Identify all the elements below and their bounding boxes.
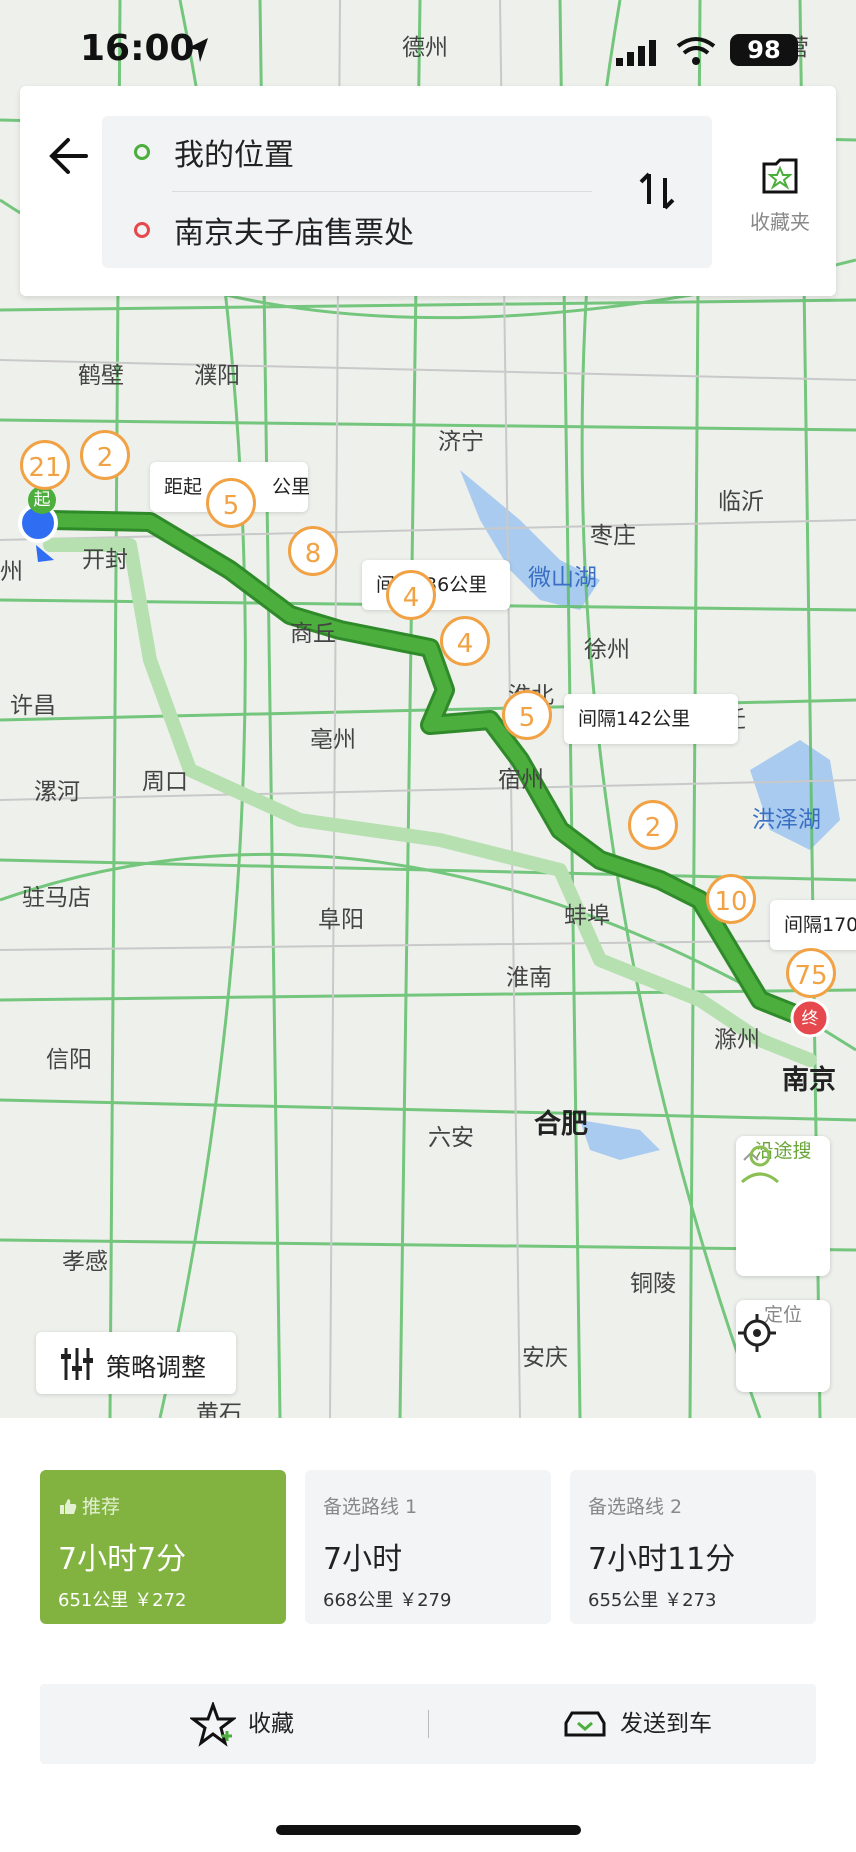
city-label: 许昌 (10, 693, 56, 719)
route-duration: 7小时11分 (588, 1542, 736, 1577)
locate-button[interactable]: 定位 (736, 1300, 830, 1392)
destination-field[interactable]: 南京夫子庙售票处 (102, 194, 602, 264)
along-route-search-icon (741, 1145, 779, 1184)
city-label: 商丘 (290, 621, 336, 647)
city-label: 周口 (142, 769, 188, 795)
city-label: 六安 (428, 1125, 474, 1151)
city-label: 徐州 (584, 637, 630, 663)
destination-text: 南京夫子庙售票处 (174, 216, 414, 251)
city-label: 铜陵 (630, 1271, 676, 1297)
city-label: 蚌埠 (564, 903, 610, 929)
traffic-marker[interactable]: 5 (502, 690, 552, 740)
destination-dot-icon (134, 222, 150, 238)
strategy-label: 策略调整 (106, 1353, 207, 1382)
route-inputs: 我的位置 南京夫子庙售票处 (102, 116, 712, 268)
city-label: 信阳 (46, 1047, 92, 1073)
traffic-marker[interactable]: 8 (288, 526, 338, 576)
location-arrow-icon (188, 38, 208, 62)
along-route-panel[interactable]: 沿途搜 (736, 1136, 830, 1276)
city-label: 宿州 (498, 767, 544, 793)
interval-callout[interactable]: 间隔170 (770, 900, 856, 950)
interval-callout[interactable]: 间 36公里 (362, 560, 510, 610)
city-label: 安庆 (522, 1345, 568, 1371)
route-duration: 7小时 (323, 1542, 403, 1577)
star-add-icon (188, 1700, 238, 1747)
city-label: 亳州 (310, 727, 356, 753)
route-search-card: 我的位置 南京夫子庙售票处 收藏夹 (20, 86, 836, 296)
status-time: 16:00 (80, 28, 195, 69)
traffic-marker[interactable]: 4 (440, 616, 490, 666)
city-label: 孝感 (62, 1249, 108, 1275)
city-label: 阜阳 (318, 907, 364, 933)
swap-icon[interactable] (632, 166, 682, 216)
traffic-marker[interactable]: 75 (786, 948, 836, 998)
traffic-marker[interactable]: 21 (20, 440, 70, 490)
route-tag: 备选路线 1 (323, 1496, 418, 1518)
locate-icon (738, 1314, 776, 1352)
city-label: 济宁 (438, 429, 484, 455)
status-bar: 16:00 98 (0, 0, 856, 90)
traffic-marker[interactable]: 2 (80, 430, 130, 480)
route-info: 668公里 ￥279 (323, 1590, 452, 1611)
route-tag: 备选路线 2 (588, 1496, 683, 1518)
route-option-alt2[interactable]: 备选路线 2 7小时11分 655公里 ￥273 (570, 1470, 816, 1624)
route-option-alt1[interactable]: 备选路线 1 7小时 668公里 ￥279 (305, 1470, 551, 1624)
city-label: 鹤壁 (78, 363, 124, 389)
battery-indicator: 98 (730, 34, 798, 66)
origin-dot-icon (134, 144, 150, 160)
end-badge: 终 (801, 1009, 819, 1029)
car-icon (564, 1711, 606, 1736)
traffic-marker[interactable]: 10 (706, 874, 756, 924)
divider (172, 191, 592, 192)
home-indicator (276, 1825, 581, 1835)
divider (428, 1710, 429, 1738)
folder-star-icon (762, 158, 798, 194)
origin-field[interactable]: 我的位置 (102, 116, 602, 186)
city-label: 南京 (782, 1065, 836, 1096)
traffic-marker[interactable]: 2 (628, 800, 678, 850)
signal-icon (616, 40, 656, 66)
favorites-label: 收藏夹 (750, 210, 810, 234)
city-label: 合肥 (534, 1109, 588, 1140)
interval-callout[interactable]: 间隔142公里 (564, 694, 738, 744)
city-label: 开封 (82, 547, 128, 573)
send-to-car-button[interactable]: 发送到车 (562, 1684, 712, 1764)
city-label: 漯河 (34, 779, 80, 805)
route-tag: 推荐 (58, 1492, 120, 1519)
thumbs-up-icon (60, 1499, 77, 1514)
city-label: 黄石 (196, 1401, 242, 1418)
traffic-marker[interactable]: 5 (206, 478, 256, 528)
route-duration: 7小时7分 (58, 1542, 187, 1577)
sliders-icon (61, 1348, 93, 1380)
city-label: 滁州 (714, 1027, 760, 1053)
wifi-icon (676, 37, 716, 65)
strategy-adjust-button[interactable]: 策略调整 (36, 1332, 236, 1394)
city-label: 州 (0, 559, 23, 585)
route-info: 655公里 ￥273 (588, 1590, 717, 1611)
favorite-button[interactable]: 收藏 (188, 1684, 294, 1764)
city-label: 临沂 (718, 489, 764, 515)
lake-label: 洪泽湖 (752, 807, 821, 833)
origin-text: 我的位置 (174, 138, 294, 173)
lake-label: 微山湖 (528, 565, 597, 591)
city-label: 枣庄 (590, 523, 636, 549)
route-option-recommended[interactable]: 推荐 7小时7分 651公里 ￥272 (40, 1470, 286, 1624)
route-info: 651公里 ￥272 (58, 1590, 187, 1611)
favorites-button[interactable]: 收藏夹 (730, 156, 830, 266)
city-label: 淮南 (506, 965, 552, 991)
city-label: 濮阳 (194, 363, 240, 389)
action-bar: 收藏 发送到车 (40, 1684, 816, 1764)
traffic-marker[interactable]: 4 (386, 570, 436, 620)
city-label: 驻马店 (22, 885, 91, 911)
back-arrow-icon[interactable] (46, 126, 106, 186)
